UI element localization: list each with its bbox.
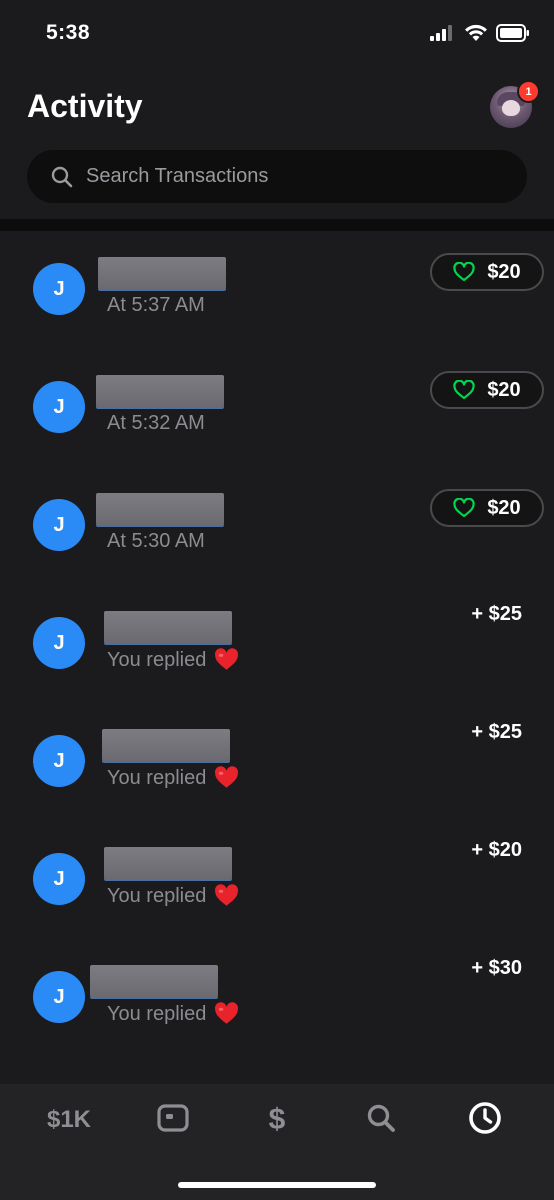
card-icon	[157, 1103, 189, 1137]
nav-balance-tab[interactable]: $1K	[40, 1102, 98, 1138]
nav-pay-tab[interactable]: $	[258, 1102, 296, 1138]
redacted-name	[96, 375, 224, 407]
home-indicator[interactable]	[178, 1182, 376, 1188]
transaction-amount: $20	[487, 378, 521, 401]
transaction-amount: + $25	[471, 721, 522, 743]
transaction-subtitle: At 5:30 AM	[107, 530, 205, 553]
notification-badge: 1	[517, 80, 540, 103]
transaction-subtitle: You replied	[107, 1002, 239, 1027]
transaction-subtitle: You replied	[107, 648, 239, 673]
transaction-amount: + $25	[471, 603, 522, 625]
nav-activity-tab[interactable]	[466, 1101, 504, 1140]
like-amount-pill[interactable]: $20	[430, 253, 544, 291]
transaction-row[interactable]: J You replied + $25	[0, 585, 554, 703]
transaction-time: At 5:32 AM	[107, 412, 205, 434]
transaction-subtitle: At 5:37 AM	[107, 294, 205, 317]
signal-icon	[430, 25, 456, 46]
transaction-amount: + $30	[471, 957, 522, 979]
search-input[interactable]	[84, 164, 527, 189]
reply-text: You replied	[107, 767, 207, 789]
redacted-name	[102, 729, 230, 761]
redacted-name	[104, 847, 232, 879]
search-bar[interactable]	[27, 150, 527, 203]
reply-text: You replied	[107, 1003, 207, 1025]
transaction-row[interactable]: J At 5:30 AM $20	[0, 467, 554, 585]
status-icons	[430, 24, 530, 47]
transaction-subtitle: At 5:32 AM	[107, 412, 205, 435]
red-heart-emoji-icon	[214, 766, 239, 791]
nav-search-tab[interactable]	[362, 1102, 400, 1138]
page-title: Activity	[27, 88, 143, 124]
contact-avatar: J	[33, 853, 85, 905]
like-amount-pill[interactable]: $20	[430, 489, 544, 527]
reply-text: You replied	[107, 885, 207, 907]
status-time: 5:38	[46, 21, 91, 44]
red-heart-emoji-icon	[214, 648, 239, 673]
section-divider	[0, 219, 554, 231]
transaction-list: J At 5:37 AM $20 J At 5:32 AM $20 J At 5…	[0, 231, 554, 1057]
transaction-time: At 5:37 AM	[107, 294, 205, 316]
redacted-name	[96, 493, 224, 525]
contact-avatar: J	[33, 499, 85, 551]
contact-avatar: J	[33, 617, 85, 669]
heart-outline-icon	[453, 380, 475, 400]
transaction-row[interactable]: J At 5:37 AM $20	[0, 231, 554, 349]
redacted-name	[98, 257, 226, 289]
transaction-subtitle: You replied	[107, 766, 239, 791]
heart-outline-icon	[453, 498, 475, 518]
status-bar: 5:38	[0, 0, 554, 66]
search-nav-icon	[366, 1103, 396, 1138]
redacted-name	[90, 965, 218, 997]
red-heart-emoji-icon	[214, 884, 239, 909]
contact-avatar: J	[33, 735, 85, 787]
transaction-row[interactable]: J You replied + $30	[0, 939, 554, 1057]
transaction-amount: $20	[487, 496, 521, 519]
transaction-row[interactable]: J You replied + $25	[0, 703, 554, 821]
transaction-time: At 5:30 AM	[107, 530, 205, 552]
transaction-row[interactable]: J You replied + $20	[0, 821, 554, 939]
transaction-row[interactable]: J At 5:32 AM $20	[0, 349, 554, 467]
clock-icon	[468, 1101, 502, 1140]
transaction-amount: + $20	[471, 839, 522, 861]
contact-avatar: J	[33, 381, 85, 433]
red-heart-emoji-icon	[214, 1002, 239, 1027]
wifi-icon	[464, 24, 488, 47]
heart-outline-icon	[453, 262, 475, 282]
reply-text: You replied	[107, 649, 207, 671]
transaction-amount: $20	[487, 260, 521, 283]
avatar-face	[502, 100, 520, 116]
bottom-nav: $1K $	[0, 1084, 554, 1200]
nav-card-tab[interactable]	[154, 1102, 192, 1138]
battery-icon	[496, 24, 530, 47]
like-amount-pill[interactable]: $20	[430, 371, 544, 409]
redacted-name	[104, 611, 232, 643]
contact-avatar: J	[33, 263, 85, 315]
search-icon	[51, 166, 73, 188]
header: Activity 1	[0, 66, 554, 216]
transaction-subtitle: You replied	[107, 884, 239, 909]
profile-avatar[interactable]: 1	[490, 80, 540, 128]
contact-avatar: J	[33, 971, 85, 1023]
